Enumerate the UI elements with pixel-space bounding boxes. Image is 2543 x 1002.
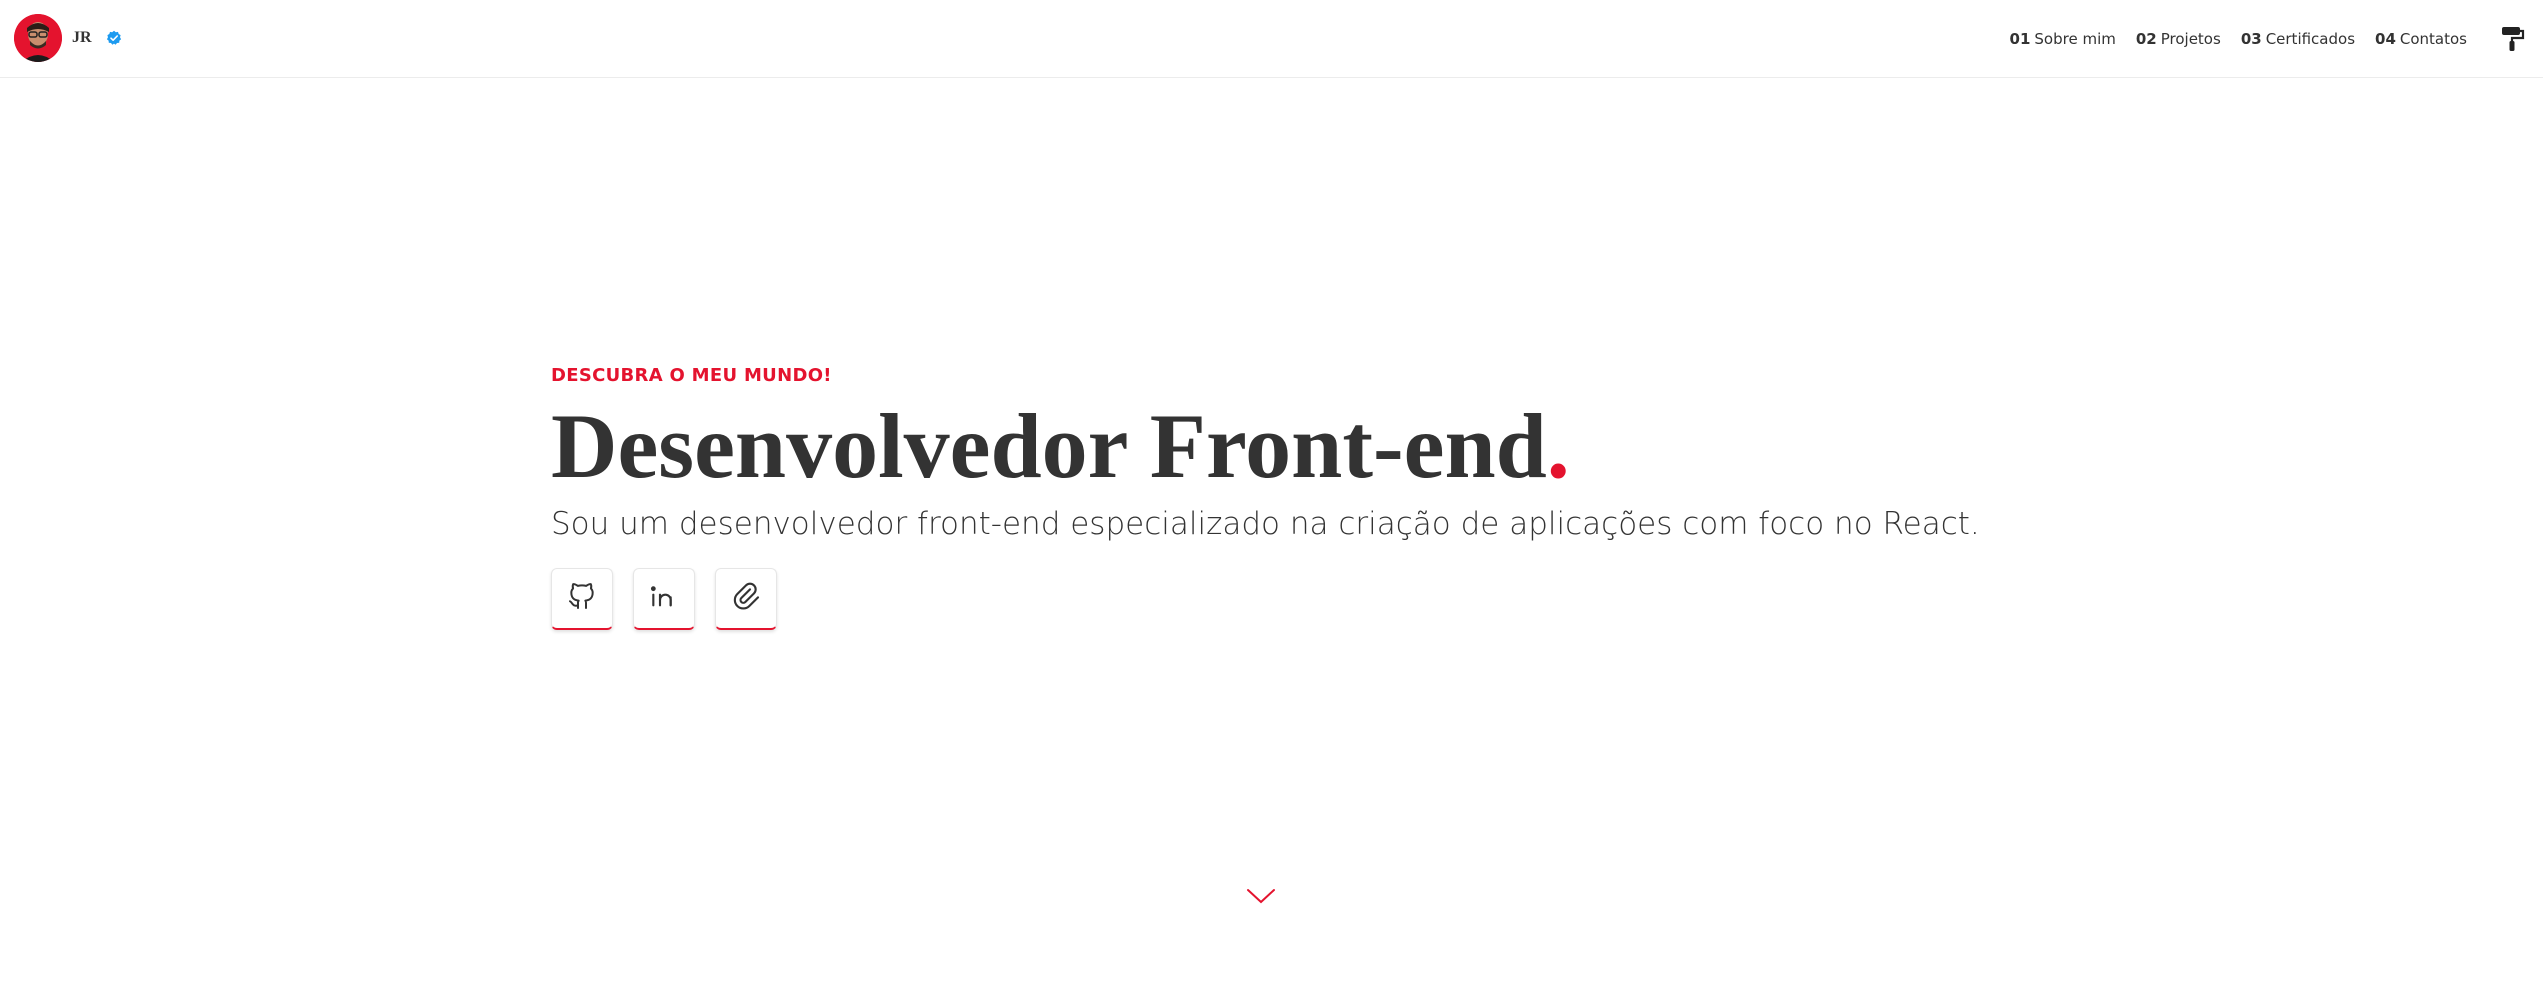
hero-section: DESCUBRA O MEU MUNDO! Desenvolvedor Fron… xyxy=(551,365,1980,630)
linkedin-button[interactable] xyxy=(633,568,695,630)
paperclip-icon xyxy=(730,580,762,617)
chevron-down-icon[interactable] xyxy=(1246,886,1276,906)
brand[interactable]: JR xyxy=(14,14,122,62)
brand-initials: JR xyxy=(72,29,92,46)
avatar xyxy=(14,14,62,62)
social-links xyxy=(551,568,1980,630)
github-icon xyxy=(566,580,598,617)
resume-button[interactable] xyxy=(715,568,777,630)
main-nav: 01 Sobre mim 02 Projetos 03 Certificados 04… xyxy=(2010,30,2467,48)
nav-item-certificados[interactable]: 03 Certificados xyxy=(2241,30,2355,48)
verified-badge-icon xyxy=(106,30,122,46)
paint-roller-icon[interactable] xyxy=(2501,26,2525,52)
hero-kicker: DESCUBRA O MEU MUNDO! xyxy=(551,365,832,386)
github-button[interactable] xyxy=(551,568,613,630)
linkedin-icon xyxy=(648,580,680,617)
hero-headline: Desenvolvedor Front-end. xyxy=(551,396,1980,496)
nav-item-sobre-mim[interactable]: 01 Sobre mim xyxy=(2010,30,2116,48)
hero-subtitle: Sou um desenvolvedor front-end especiali… xyxy=(551,506,1980,542)
site-header: JR 01 Sobre mim 02 Projetos 03 Certificados… xyxy=(0,0,2543,78)
nav-item-contatos[interactable]: 04 Contatos xyxy=(2375,30,2467,48)
headline-dot: . xyxy=(1546,395,1570,497)
nav-item-projetos[interactable]: 02 Projetos xyxy=(2136,30,2221,48)
headline-text: Desenvolvedor Front-end xyxy=(551,395,1547,497)
